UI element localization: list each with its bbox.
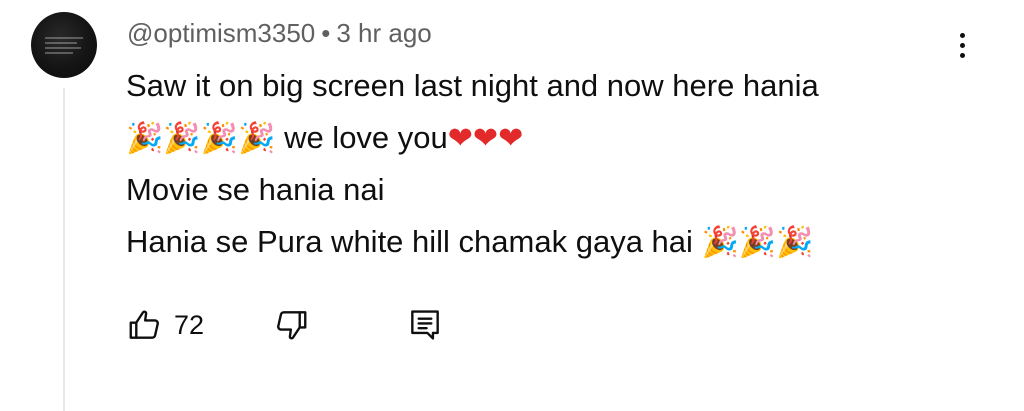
comment-header: @optimism3350 • 3 hr ago	[127, 18, 432, 49]
comment-line: Movie se hania nai	[126, 172, 385, 207]
thumb-up-icon	[126, 305, 164, 345]
party-popper-icon: 🎉	[238, 121, 276, 156]
thread-line	[63, 88, 65, 411]
party-popper-icon: 🎉	[776, 225, 814, 260]
comment-text: we love you	[284, 120, 448, 155]
like-count: 72	[174, 309, 205, 340]
dislike-button[interactable]	[272, 304, 310, 346]
heart-icon: ❤	[447, 121, 473, 156]
more-vert-icon	[959, 32, 965, 38]
thumb-down-icon	[272, 305, 310, 345]
avatar-detail	[45, 42, 77, 44]
avatar-detail	[45, 37, 83, 39]
more-vert-icon	[959, 52, 965, 58]
timestamp: 3 hr ago	[336, 18, 432, 48]
meta-separator: •	[321, 18, 331, 48]
comment-line: 🎉🎉🎉🎉 we love you❤❤❤	[126, 112, 819, 164]
comment-line: Hania se Pura white hill chamak gaya hai…	[126, 216, 819, 268]
party-popper-icon: 🎉	[701, 225, 739, 260]
avatar-detail	[45, 47, 81, 49]
party-popper-icon: 🎉	[163, 121, 201, 156]
avatar[interactable]	[31, 12, 97, 78]
more-options-button[interactable]	[945, 28, 979, 62]
comment-reply-icon	[406, 305, 444, 345]
heart-icon: ❤	[472, 121, 499, 156]
more-vert-icon	[959, 42, 965, 48]
party-popper-icon: 🎉	[738, 225, 777, 260]
party-popper-icon: 🎉	[126, 121, 164, 156]
comment-body: Saw it on big screen last night and now …	[126, 60, 819, 268]
author-handle[interactable]: @optimism3350	[127, 18, 315, 48]
comment-text: Hania se Pura white hill chamak gaya hai	[126, 224, 693, 259]
party-popper-icon: 🎉	[200, 121, 239, 156]
reply-button[interactable]	[406, 304, 444, 346]
comment-line: Saw it on big screen last night and now …	[126, 68, 819, 103]
avatar-detail	[45, 52, 73, 54]
like-button[interactable]: 72	[126, 304, 204, 346]
heart-icon: ❤	[498, 121, 524, 156]
